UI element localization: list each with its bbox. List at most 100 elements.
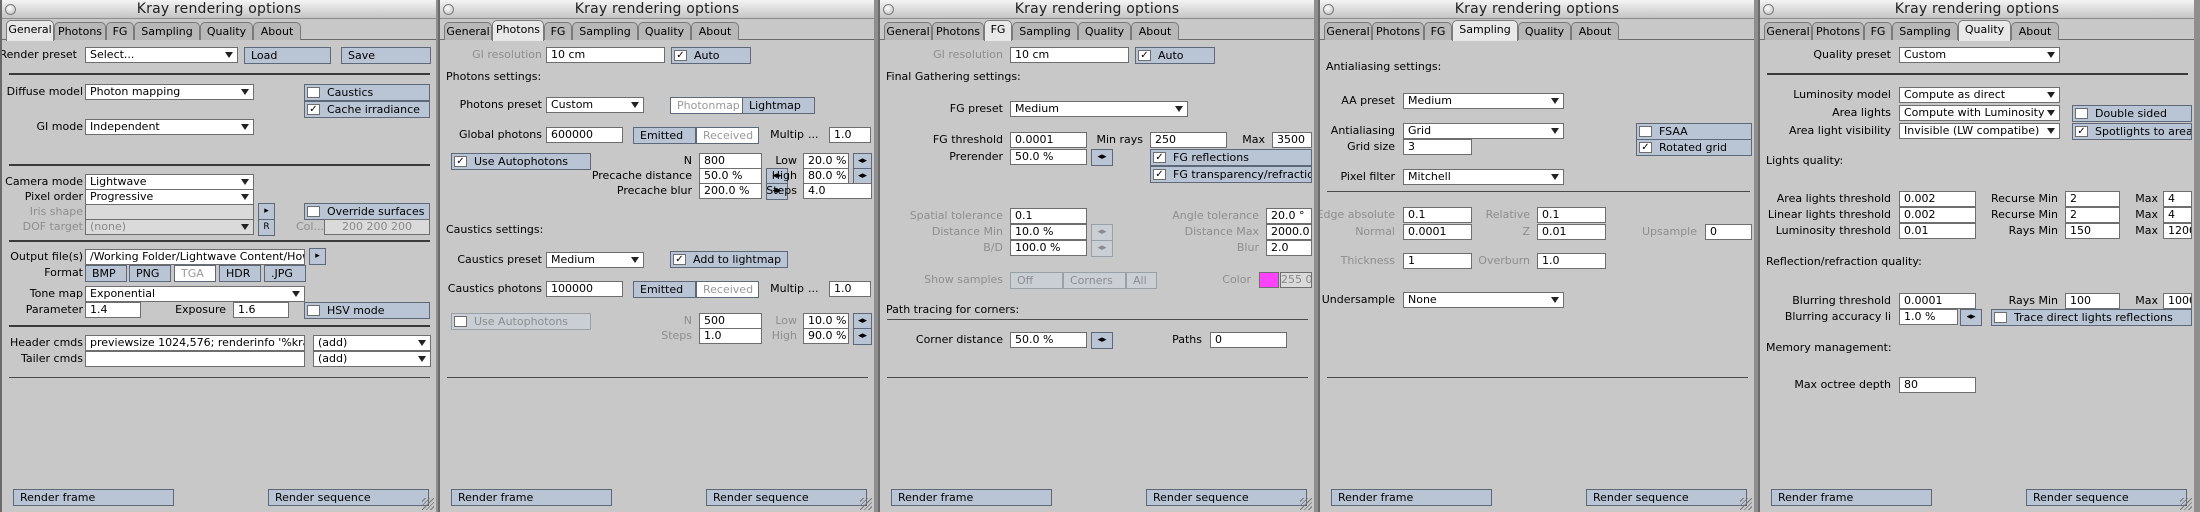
button-emitted[interactable]: Emitted bbox=[633, 127, 696, 144]
close-dot-icon[interactable] bbox=[1323, 4, 1334, 15]
field-4[interactable]: 4 bbox=[2163, 207, 2192, 223]
tab-quality[interactable]: Quality bbox=[1078, 22, 1131, 40]
select-grid[interactable]: Grid bbox=[1403, 123, 1564, 139]
tab-quality[interactable]: Quality bbox=[1518, 22, 1571, 40]
select-add[interactable]: (add) bbox=[313, 335, 431, 351]
button-fg-transparency-refractions[interactable]: ✓ FG transparency/refractions bbox=[1150, 166, 1312, 183]
button-render-frame[interactable]: Render frame bbox=[891, 489, 1052, 506]
button-add-to-lightmap[interactable]: ✓ Add to lightmap bbox=[670, 251, 788, 268]
button-render-frame[interactable]: Render frame bbox=[13, 489, 174, 506]
close-dot-icon[interactable] bbox=[443, 4, 454, 15]
tab-general[interactable]: General bbox=[1324, 22, 1372, 40]
select-none[interactable]: None bbox=[1403, 292, 1564, 308]
button-caustics[interactable]: Caustics bbox=[304, 84, 430, 101]
tab-quality[interactable]: Quality bbox=[200, 22, 253, 40]
stepper-item-button[interactable]: ◂▸ bbox=[853, 328, 872, 345]
stepper-item-button[interactable]: ◂▸ bbox=[1091, 332, 1113, 349]
select-medium[interactable]: Medium bbox=[1010, 101, 1188, 117]
button-double-sided[interactable]: Double sided bbox=[2072, 105, 2192, 122]
button-render-frame[interactable]: Render frame bbox=[1331, 489, 1492, 506]
tab-quality[interactable]: Quality bbox=[638, 22, 691, 40]
close-dot-icon[interactable] bbox=[1763, 4, 1774, 15]
field-20-0[interactable]: 20.0 ° bbox=[1266, 208, 1312, 224]
select-progressive[interactable]: Progressive bbox=[85, 189, 254, 205]
title-bar[interactable]: Kray rendering options bbox=[880, 0, 1314, 19]
title-bar[interactable]: Kray rendering options bbox=[2, 0, 436, 19]
field-100-0[interactable]: 100.0 % bbox=[1010, 240, 1087, 256]
field-50-0[interactable]: 50.0 % bbox=[1010, 332, 1087, 348]
button-hsv-mode[interactable]: HSV mode bbox=[304, 302, 430, 319]
tab-photons[interactable]: Photons bbox=[492, 20, 544, 41]
stepper-item-button[interactable]: ▸ bbox=[258, 203, 275, 220]
button-render-sequence[interactable]: Render sequence bbox=[706, 489, 867, 506]
field-empty[interactable] bbox=[85, 204, 254, 220]
tab-fg[interactable]: FG bbox=[544, 22, 572, 40]
field-1000[interactable]: 1000 bbox=[2163, 293, 2192, 309]
button-corners[interactable]: Corners bbox=[1063, 272, 1126, 289]
field-255-000-255[interactable]: 255 000 255 bbox=[1280, 272, 1312, 288]
select-none[interactable]: (none) bbox=[85, 219, 254, 235]
select-mitchell[interactable]: Mitchell bbox=[1403, 169, 1564, 185]
tab-sampling[interactable]: Sampling bbox=[1452, 20, 1518, 41]
field-1-0[interactable]: 1.0 bbox=[829, 127, 871, 143]
field-10-0[interactable]: 10.0 % bbox=[803, 313, 849, 329]
field-1-4[interactable]: 1.4 bbox=[85, 302, 141, 318]
button-bmp[interactable]: BMP bbox=[85, 265, 127, 282]
button-png[interactable]: PNG bbox=[129, 265, 171, 282]
button-emitted[interactable]: Emitted bbox=[633, 281, 696, 298]
tab-quality[interactable]: Quality bbox=[1958, 20, 2011, 41]
tab-sampling[interactable]: Sampling bbox=[1892, 22, 1958, 40]
field-4-0[interactable]: 4.0 bbox=[803, 183, 872, 199]
button-photonmap[interactable]: Photonmap bbox=[670, 97, 743, 114]
button-hdr[interactable]: HDR bbox=[219, 265, 261, 282]
tab-photons[interactable]: Photons bbox=[54, 22, 106, 40]
select-medium[interactable]: Medium bbox=[1403, 93, 1564, 109]
field-80-0[interactable]: 80.0 % bbox=[803, 168, 849, 184]
button-tga[interactable]: TGA bbox=[174, 265, 216, 282]
field-empty[interactable] bbox=[85, 351, 305, 367]
title-bar[interactable]: Kray rendering options bbox=[1320, 0, 1754, 19]
button-jpg[interactable]: .JPG bbox=[264, 265, 306, 282]
button-off[interactable]: Off bbox=[1010, 272, 1063, 289]
tab-about[interactable]: About bbox=[253, 22, 301, 40]
title-bar[interactable]: Kray rendering options bbox=[1760, 0, 2194, 19]
field-100000[interactable]: 100000 bbox=[546, 281, 623, 297]
button-render-sequence[interactable]: Render sequence bbox=[268, 489, 429, 506]
stepper-item-button[interactable]: ◂▸ bbox=[1960, 309, 1982, 326]
button-render-frame[interactable]: Render frame bbox=[451, 489, 612, 506]
field-1-0[interactable]: 1.0 bbox=[1537, 253, 1606, 269]
select-exponential[interactable]: Exponential bbox=[85, 286, 305, 302]
tab-general[interactable]: General bbox=[6, 20, 54, 41]
select-select[interactable]: Select... bbox=[85, 47, 238, 63]
field-1-0[interactable]: 1.0 % bbox=[1899, 309, 1958, 325]
field-10-0[interactable]: 10.0 % bbox=[1010, 224, 1087, 240]
button-fsaa[interactable]: FSAA bbox=[1636, 123, 1752, 140]
stepper-item-button[interactable]: ▸ bbox=[309, 248, 326, 265]
select-independent[interactable]: Independent bbox=[85, 119, 254, 135]
tab-about[interactable]: About bbox=[2011, 22, 2059, 40]
field-3[interactable]: 3 bbox=[1403, 139, 1472, 155]
tab-fg[interactable]: FG bbox=[984, 20, 1012, 41]
stepper-r-button[interactable]: R bbox=[258, 219, 275, 236]
resize-grip-icon[interactable] bbox=[2180, 498, 2192, 510]
tab-sampling[interactable]: Sampling bbox=[134, 22, 200, 40]
resize-grip-icon[interactable] bbox=[422, 498, 434, 510]
field-600000[interactable]: 600000 bbox=[546, 127, 623, 143]
resize-grip-icon[interactable] bbox=[1740, 498, 1752, 510]
field-20-0[interactable]: 20.0 % bbox=[803, 153, 849, 169]
tab-general[interactable]: General bbox=[444, 22, 492, 40]
tab-general[interactable]: General bbox=[1764, 22, 1812, 40]
button-render-sequence[interactable]: Render sequence bbox=[1146, 489, 1307, 506]
close-dot-icon[interactable] bbox=[5, 4, 16, 15]
select-compute-with-luminosity[interactable]: Compute with Luminosity bbox=[1899, 105, 2060, 121]
button-trace-direct-lights-reflections[interactable]: Trace direct lights reflections bbox=[1991, 309, 2192, 326]
button-rotated-grid[interactable]: ✓ Rotated grid bbox=[1636, 139, 1752, 156]
button-auto[interactable]: ✓ Auto bbox=[1135, 47, 1215, 64]
tab-about[interactable]: About bbox=[691, 22, 739, 40]
resize-grip-icon[interactable] bbox=[860, 498, 872, 510]
button-spotlights-to-area[interactable]: ✓ Spotlights to area bbox=[2072, 123, 2192, 140]
stepper-item-button[interactable]: ◂▸ bbox=[1091, 149, 1113, 166]
button-fg-reflections[interactable]: ✓ FG reflections bbox=[1150, 149, 1312, 166]
select-medium[interactable]: Medium bbox=[546, 252, 644, 268]
button-use-autophotons[interactable]: Use Autophotons bbox=[451, 313, 591, 330]
